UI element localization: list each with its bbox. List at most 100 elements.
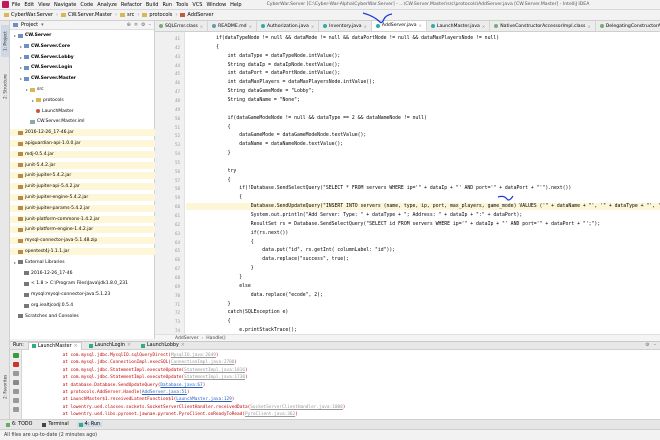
tree-item[interactable]: < 1.8 > C:\Program Files\Java\jdk1.8.0_2…: [10, 280, 155, 287]
breadcrumb-item[interactable]: src: [120, 12, 134, 18]
code-line[interactable]: int dataPort = dataPortNode.intValue();: [193, 71, 341, 76]
menu-item-build[interactable]: Build: [146, 2, 159, 8]
tree-item[interactable]: ▸ src: [10, 86, 155, 93]
breadcrumb-item[interactable]: CW.Server.Master: [61, 12, 112, 18]
run-tab-launchlobby[interactable]: LaunchLobby ×: [138, 342, 188, 350]
code-line[interactable]: {: [193, 125, 231, 130]
editor-tab[interactable]: LaunchMaster.java ×: [427, 21, 491, 31]
code-line[interactable]: if(dataTypeNode != null && dataMode != n…: [193, 36, 499, 41]
breadcrumb-item[interactable]: protocols: [142, 12, 172, 18]
source-link[interactable]: PyroClient.java:362: [245, 412, 295, 417]
tree-item[interactable]: ▸ CW.Server.Lobby: [10, 54, 155, 61]
breadcrumb-item[interactable]: CyberWar.Server: [4, 12, 53, 18]
structure-tool-tab[interactable]: 2: Structure: [1, 71, 9, 103]
hide-icon[interactable]: –: [654, 343, 660, 348]
code-line[interactable]: int dataType = dataTypeNode.intValue();: [193, 54, 341, 59]
run-tab-launchmaster[interactable]: LaunchMaster ×: [27, 341, 82, 350]
favorites-tool-tab[interactable]: 2: Favorites: [1, 371, 9, 403]
code-line[interactable]: {: [193, 45, 219, 50]
code-line[interactable]: try: [193, 169, 237, 174]
tree-item[interactable]: Scratches and Consoles: [10, 313, 155, 320]
code-line[interactable]: else: [193, 284, 251, 289]
tree-item[interactable]: junit-platform-commons-1.4.2.jar: [10, 215, 155, 223]
close-tab-icon[interactable]: ×: [419, 23, 422, 28]
menu-item-tools[interactable]: Tools: [176, 2, 188, 8]
pause-icon[interactable]: [13, 380, 19, 385]
code-line[interactable]: }: [193, 302, 231, 307]
run-console[interactable]: at com.mysql.jdbc.MysqlIO.sqlQueryDirect…: [22, 350, 660, 419]
menu-item-file[interactable]: File: [12, 2, 20, 8]
tree-item[interactable]: junit-platform-engine-1.4.2.jar: [10, 226, 155, 234]
code-line[interactable]: if(!Database.SendSelectQuery("SELECT * F…: [193, 186, 571, 191]
code-line[interactable]: String dataIp = dataIpNode.textValue();: [193, 63, 341, 68]
gear-icon[interactable]: ⚙: [141, 22, 145, 28]
tree-item[interactable]: 2016-12-26_17-46: [10, 270, 155, 277]
settings-icon[interactable]: [13, 398, 19, 403]
tree-item[interactable]: ▸ CW.Server.Master: [10, 75, 155, 82]
code-line[interactable]: String dataName = "None";: [193, 98, 300, 103]
editor-tab[interactable]: Authorization.java ×: [257, 21, 320, 31]
editor-tab[interactable]: AddServer.java ×: [371, 21, 427, 31]
tree-item[interactable]: CW.Server.Master.iml: [10, 118, 155, 125]
tree-item[interactable]: ▸ CW.Server.Core: [10, 43, 155, 50]
source-link[interactable]: Database.java:67: [160, 383, 202, 388]
tree-item[interactable]: opentest4j-1.1.1.jar: [10, 248, 155, 255]
tree-item[interactable]: org.iealtjcodj:0.5.4: [10, 302, 155, 309]
dropdown-arrow-icon[interactable]: ▾: [41, 22, 44, 28]
close-icon[interactable]: ×: [127, 343, 131, 348]
editor-tab[interactable]: DelegatingConstructorAccessorImpl.class×: [596, 21, 660, 31]
editor-crumb-class[interactable]: AddServer: [175, 336, 198, 341]
source-link[interactable]: AddServer.java:51: [142, 390, 187, 395]
source-link[interactable]: LaunchMaster.java:129: [176, 397, 232, 402]
tree-item[interactable]: mdj-0.5.4.jar: [10, 150, 155, 158]
menu-item-window[interactable]: Window: [206, 2, 226, 8]
code-line[interactable]: {: [193, 195, 242, 200]
close-icon[interactable]: ×: [181, 343, 185, 348]
code-line[interactable]: dataGameMode = dataGameModeNode.textValu…: [193, 133, 366, 138]
restore-layout-icon[interactable]: [13, 371, 19, 376]
menu-item-run[interactable]: Run: [162, 2, 172, 8]
code-line[interactable]: {: [193, 240, 254, 245]
menu-item-vcs[interactable]: VCS: [192, 2, 202, 8]
source-link[interactable]: MysqlIO.java:2649: [171, 353, 216, 358]
close-tab-icon[interactable]: ×: [200, 24, 203, 29]
close-tab-icon[interactable]: ×: [311, 24, 314, 29]
gear-icon[interactable]: ⚙: [645, 343, 649, 348]
code-line[interactable]: String dataGameMode = "Lobby";: [193, 89, 315, 94]
source-link[interactable]: StatementImpl.java:1730: [184, 375, 245, 380]
code-line[interactable]: Database.SendUpdateQuery("INSERT INTO se…: [193, 204, 660, 209]
project-panel-title[interactable]: Project: [21, 22, 38, 28]
source-link[interactable]: SocketServerClientHandler.java:1008: [250, 405, 343, 410]
code-line[interactable]: {: [193, 319, 231, 324]
menu-item-code[interactable]: Code: [80, 2, 93, 8]
close-icon[interactable]: ×: [74, 344, 78, 349]
rerun-icon[interactable]: [13, 353, 19, 358]
tree-item[interactable]: junit-5.4.2.jar: [10, 161, 155, 169]
stop-icon[interactable]: [13, 362, 19, 367]
menu-item-refactor[interactable]: Refactor: [121, 2, 142, 8]
tool-window-button[interactable]: 6: TODO: [4, 422, 34, 427]
code-line[interactable]: data.replace("success", true);: [193, 257, 349, 262]
editor-crumb-method[interactable]: Handle(): [206, 336, 225, 341]
menu-item-view[interactable]: View: [38, 2, 50, 8]
code-line[interactable]: {: [193, 178, 231, 183]
menu-item-navigate[interactable]: Navigate: [54, 2, 76, 8]
code-line[interactable]: System.out.println("Add Server: Type: " …: [193, 213, 522, 218]
code-line[interactable]: if(rs.next()): [193, 231, 289, 236]
editor-tab[interactable]: NativeConstructorAccessorImpl.class ×: [490, 21, 596, 31]
tree-item[interactable]: ▸ CW.Server.Login: [10, 64, 155, 71]
tool-window-button[interactable]: 4: Run: [76, 422, 103, 427]
code-editor[interactable]: 41 42 43 44 45 46 47 48 49 50 51 52 53 54 55 56 57 58 59 60…: [155, 32, 660, 334]
code-line[interactable]: ResultSet rs = Database.SendSelectQuery(…: [193, 222, 600, 227]
target-icon[interactable]: ⊕: [127, 22, 131, 28]
hide-icon[interactable]: –: [149, 22, 152, 28]
collapse-icon[interactable]: ≑: [134, 22, 138, 28]
code-line[interactable]: if(dataGameModeNode != null && dataType …: [193, 116, 427, 121]
source-link[interactable]: StatementImpl.java:1816: [184, 368, 245, 373]
menu-item-edit[interactable]: Edit: [24, 2, 34, 8]
tree-item[interactable]: junit-jupiter-api-5.4.2.jar: [10, 183, 155, 191]
tree-item[interactable]: 2016-12-26_17-46.jar: [10, 129, 155, 137]
source-link[interactable]: ConnectionImpl.java:2700: [171, 360, 234, 365]
menu-item-analyze[interactable]: Analyze: [97, 2, 117, 8]
close-tab-icon[interactable]: ×: [249, 24, 252, 29]
